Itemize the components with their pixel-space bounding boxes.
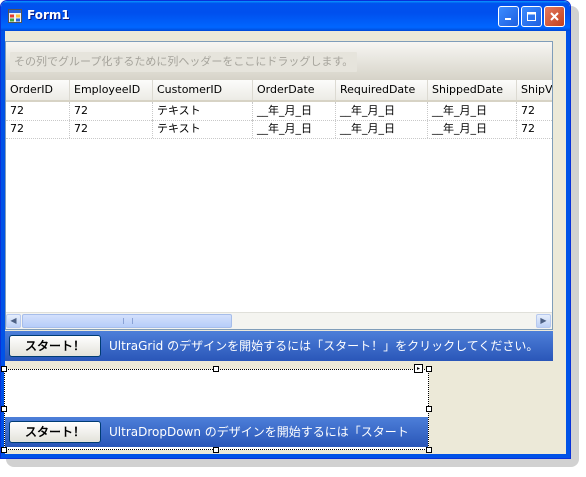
table-row[interactable]: 72 72 テキスト __年_月_日 __年_月_日 __年_月_日 72	[6, 120, 552, 139]
ultradropdown-design-banner: スタート！ UltraDropDown のデザインを開始するには「スタート	[5, 417, 428, 447]
group-by-area[interactable]: その列でグループ化するために列ヘッダーをここにドラッグします。	[6, 42, 552, 80]
resize-handle[interactable]	[1, 366, 7, 372]
form-window: Form1 その列でグループ化するために列ヘッダーをここにドラッグします。 Or…	[0, 0, 571, 459]
table-cell[interactable]: __年_月_日	[428, 102, 517, 120]
group-by-hint: その列でグループ化するために列ヘッダーをここにドラッグします。	[10, 52, 358, 72]
column-header-row: OrderID EmployeeID CustomerID OrderDate …	[6, 80, 552, 102]
maximize-icon	[527, 12, 536, 21]
scroll-right-button[interactable]: ▶	[536, 314, 551, 328]
scroll-thumb[interactable]	[22, 314, 232, 328]
smart-tag-arrow-icon: ▸	[416, 365, 420, 372]
ultra-dropdown[interactable]: スタート！ UltraDropDown のデザインを開始するには「スタート	[4, 369, 429, 450]
ultra-grid[interactable]: その列でグループ化するために列ヘッダーをここにドラッグします。 OrderID …	[5, 41, 553, 330]
table-cell[interactable]: __年_月_日	[428, 120, 517, 138]
column-header-requireddate[interactable]: RequiredDate	[336, 80, 428, 100]
resize-handle[interactable]	[1, 447, 7, 453]
column-header-orderid[interactable]: OrderID	[6, 80, 70, 100]
table-cell[interactable]: 72	[70, 120, 153, 138]
column-header-shippeddate[interactable]: ShippedDate	[428, 80, 517, 100]
grid-start-button[interactable]: スタート！	[9, 335, 101, 357]
resize-handle[interactable]	[426, 447, 432, 453]
horizontal-scrollbar[interactable]: ◀ ▶	[6, 312, 552, 329]
dropdown-start-button[interactable]: スタート！	[9, 421, 101, 443]
minimize-icon	[505, 18, 511, 20]
table-cell[interactable]: 72	[6, 120, 70, 138]
column-header-employeeid[interactable]: EmployeeID	[70, 80, 153, 100]
resize-handle[interactable]	[1, 406, 7, 412]
app-form-icon	[8, 9, 22, 23]
column-header-orderdate[interactable]: OrderDate	[253, 80, 336, 100]
scroll-left-button[interactable]: ◀	[6, 314, 21, 328]
resize-handle[interactable]	[426, 366, 432, 372]
table-cell[interactable]: 72	[517, 120, 552, 138]
smart-tag-button[interactable]: ▸	[414, 364, 423, 373]
table-row[interactable]: 72 72 テキスト __年_月_日 __年_月_日 __年_月_日 72	[6, 102, 552, 121]
close-button[interactable]	[544, 6, 565, 27]
dropdown-banner-text: UltraDropDown のデザインを開始するには「スタート	[109, 425, 409, 439]
scroll-grip-icon	[123, 318, 133, 324]
resize-handle[interactable]	[426, 406, 432, 412]
maximize-button[interactable]	[521, 6, 542, 27]
window-frame-right	[566, 31, 570, 458]
ultragrid-design-banner: スタート！ UltraGrid のデザインを開始するには「スタート！」をクリック…	[5, 331, 553, 361]
table-cell[interactable]: __年_月_日	[336, 102, 428, 120]
chevron-right-icon: ▶	[540, 316, 547, 325]
table-cell[interactable]: テキスト	[153, 120, 253, 138]
resize-handle[interactable]	[213, 447, 219, 453]
window-title: Form1	[27, 8, 70, 22]
table-cell[interactable]: テキスト	[153, 102, 253, 120]
table-cell[interactable]: __年_月_日	[253, 120, 336, 138]
chevron-left-icon: ◀	[10, 316, 17, 325]
minimize-button[interactable]	[498, 6, 519, 27]
table-cell[interactable]: __年_月_日	[336, 120, 428, 138]
window-frame-bottom	[1, 454, 570, 458]
table-cell[interactable]: 72	[70, 102, 153, 120]
table-cell[interactable]: 72	[517, 102, 552, 120]
grid-banner-text: UltraGrid のデザインを開始するには「スタート！」をクリックしてください…	[109, 339, 539, 353]
table-cell[interactable]: __年_月_日	[253, 102, 336, 120]
column-header-customerid[interactable]: CustomerID	[153, 80, 253, 100]
close-icon	[550, 12, 559, 21]
table-cell[interactable]: 72	[6, 102, 70, 120]
column-header-shipvia[interactable]: ShipV	[517, 80, 552, 100]
title-bar[interactable]: Form1	[1, 1, 570, 31]
resize-handle[interactable]	[213, 366, 219, 372]
